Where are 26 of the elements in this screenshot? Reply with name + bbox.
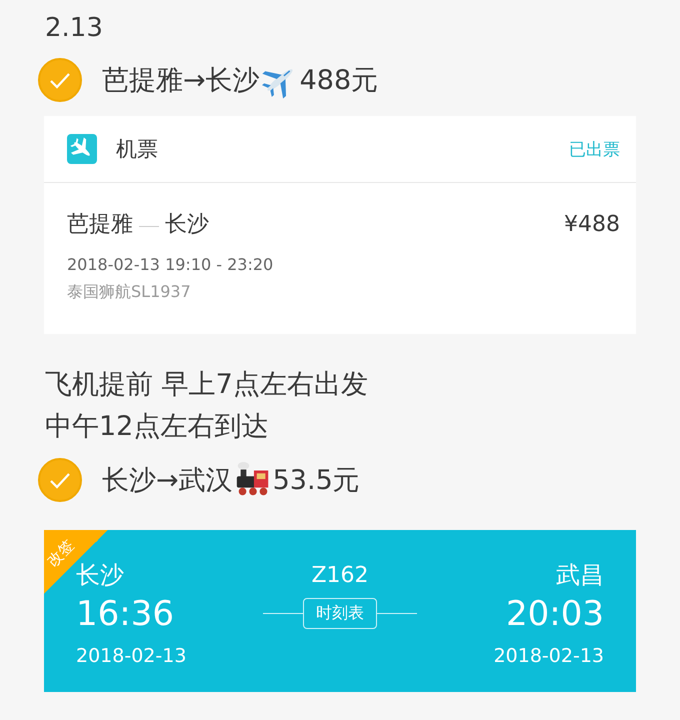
checkbox[interactable]	[38, 458, 82, 502]
note-text: 中午12点左右到达	[45, 410, 270, 444]
arrival-city: 长沙	[165, 211, 209, 239]
train-number: Z162	[311, 562, 369, 590]
date-heading: 2.13	[44, 12, 104, 45]
arrival-date: 2018-02-13	[494, 644, 604, 669]
arrival-station: 武昌	[556, 560, 604, 590]
ticket-price: ¥488	[564, 212, 620, 236]
note-text: 飞机提前 早上7点左右出发	[45, 368, 369, 402]
card-title: 机票	[116, 136, 159, 163]
timetable-button[interactable]: 时刻表	[303, 598, 377, 629]
airplane-icon	[67, 134, 97, 164]
ticket-status: 已出票	[569, 138, 620, 160]
departure-time: 16:36	[76, 593, 175, 636]
todo-text: 长沙→武汉	[102, 464, 233, 498]
arrival-time: 20:03	[506, 593, 604, 636]
todo-price: 488元	[300, 64, 378, 98]
todo-price: 53.5元	[272, 464, 360, 498]
train-ticket-card[interactable]: 改签 长沙 16:36 2018-02-13 Z162 时刻表 武昌 20:03 2018-02-13	[44, 530, 636, 692]
checkbox[interactable]	[38, 58, 82, 102]
flight-time: 2018-02-13 19:10 - 23:20	[67, 255, 274, 274]
departure-city: 芭提雅	[67, 211, 133, 239]
departure-date: 2018-02-13	[76, 644, 186, 669]
flight-number: 泰国狮航SL1937	[67, 282, 192, 303]
flight-card[interactable]: 机票 已出票 芭提雅 长沙 ¥488 2018-02-13 19:10 - 23:20 泰国狮航SL1937	[44, 116, 636, 334]
todo-text: 芭提雅→长沙	[102, 64, 260, 98]
